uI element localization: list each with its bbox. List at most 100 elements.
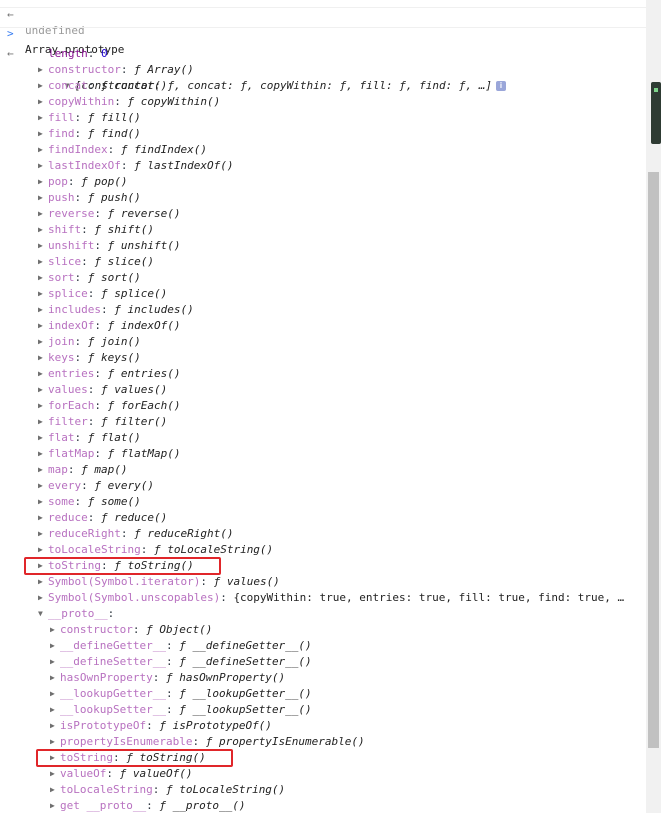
function-symbol: ƒ — [134, 159, 141, 172]
property-row[interactable]: ▶ indexOf: ƒ indexOf() — [0, 318, 646, 334]
property-row[interactable]: ▶ splice: ƒ splice() — [0, 286, 646, 302]
expand-triangle-icon[interactable]: ▶ — [38, 462, 48, 478]
expand-triangle-icon[interactable]: ▶ — [38, 238, 48, 254]
scrollbar-thumb[interactable] — [648, 172, 659, 748]
expand-triangle-icon[interactable]: ▶ — [38, 110, 48, 126]
property-row[interactable]: ▶ push: ƒ push() — [0, 190, 646, 206]
expand-triangle-icon[interactable]: ▶ — [38, 478, 48, 494]
expand-triangle-icon[interactable]: ▶ — [38, 318, 48, 334]
expand-triangle-icon[interactable]: ▶ — [38, 430, 48, 446]
expand-triangle-icon[interactable]: ▶ — [38, 142, 48, 158]
proto-property-row[interactable]: ▶ __defineSetter__: ƒ __defineSetter__() — [0, 654, 646, 670]
function-name: values() — [226, 575, 280, 588]
expand-triangle-icon[interactable]: ▶ — [38, 366, 48, 382]
expand-triangle-icon[interactable]: ▶ — [50, 782, 60, 798]
property-row[interactable]: ▶ map: ƒ map() — [0, 462, 646, 478]
expand-triangle-icon[interactable]: ▶ — [38, 446, 48, 462]
property-row[interactable]: ▶ reduce: ƒ reduce() — [0, 510, 646, 526]
expand-triangle-icon[interactable]: ▶ — [38, 542, 48, 558]
expand-triangle-icon[interactable]: ▶ — [50, 670, 60, 686]
expand-triangle-icon[interactable]: ▶ — [38, 414, 48, 430]
property-row[interactable]: ▶ reduceRight: ƒ reduceRight() — [0, 526, 646, 542]
property-row-unscopables[interactable]: ▶ Symbol(Symbol.unscopables): {copyWithin… — [0, 590, 646, 606]
function-symbol: ƒ — [159, 799, 166, 812]
expand-triangle-icon[interactable]: ▶ — [38, 350, 48, 366]
property-row[interactable]: ▶ find: ƒ find() — [0, 126, 646, 142]
proto-property-row[interactable]: ▶ toLocaleString: ƒ toLocaleString() — [0, 782, 646, 798]
expand-triangle-icon[interactable]: ▶ — [38, 270, 48, 286]
property-row[interactable]: ▶ copyWithin: ƒ copyWithin() — [0, 94, 646, 110]
expand-triangle-icon[interactable]: ▶ — [50, 798, 60, 813]
expand-triangle-icon[interactable]: ▶ — [50, 718, 60, 734]
expand-triangle-icon[interactable]: ▶ — [38, 206, 48, 222]
property-row[interactable]: ▶ lastIndexOf: ƒ lastIndexOf() — [0, 158, 646, 174]
proto-property-row[interactable]: ▶ constructor: ƒ Object() — [0, 622, 646, 638]
property-key: filter — [48, 415, 88, 428]
expand-triangle-icon[interactable]: ▶ — [50, 622, 60, 638]
expand-triangle-icon[interactable]: ▶ — [38, 574, 48, 590]
expand-triangle-icon[interactable]: ▶ — [50, 702, 60, 718]
property-key: keys — [48, 351, 75, 364]
property-row[interactable]: ▶ reverse: ƒ reverse() — [0, 206, 646, 222]
expand-triangle-icon[interactable]: ▶ — [38, 334, 48, 350]
property-row[interactable]: ▶ keys: ƒ keys() — [0, 350, 646, 366]
property-row[interactable]: ▶ concat: ƒ concat() — [0, 78, 646, 94]
property-row[interactable]: ▶ Symbol(Symbol.iterator): ƒ values() — [0, 574, 646, 590]
property-row[interactable]: ▶ join: ƒ join() — [0, 334, 646, 350]
proto-property-row[interactable]: ▶ propertyIsEnumerable: ƒ propertyIsEnume… — [0, 734, 646, 750]
console-input-line[interactable]: > Array.prototype — [0, 10, 646, 56]
proto-property-row[interactable]: ▶ __lookupSetter__: ƒ __lookupSetter__() — [0, 702, 646, 718]
property-row[interactable]: ▶ entries: ƒ entries() — [0, 366, 646, 382]
property-row[interactable]: ▶ every: ƒ every() — [0, 478, 646, 494]
proto-row[interactable]: ▼ __proto__: — [0, 606, 646, 622]
property-row[interactable]: ▶ constructor: ƒ Array() — [0, 62, 646, 78]
property-row-length[interactable]: length: 0 — [0, 46, 646, 62]
expand-triangle-icon[interactable]: ▶ — [38, 126, 48, 142]
proto-property-row[interactable]: ▶ __lookupGetter__: ƒ __lookupGetter__() — [0, 686, 646, 702]
property-row[interactable]: ▶ flatMap: ƒ flatMap() — [0, 446, 646, 462]
expand-triangle-icon[interactable]: ▶ — [38, 174, 48, 190]
property-row[interactable]: ▶ pop: ƒ pop() — [0, 174, 646, 190]
expand-triangle-icon[interactable]: ▶ — [38, 222, 48, 238]
expand-triangle-icon[interactable]: ▶ — [38, 158, 48, 174]
expand-triangle-icon[interactable]: ▶ — [50, 686, 60, 702]
result-summary[interactable]: ← ▼ [constructor: ƒ, concat: ƒ, copyWithi… — [0, 30, 646, 92]
expand-triangle-icon[interactable]: ▶ — [50, 766, 60, 782]
property-row[interactable]: ▶ fill: ƒ fill() — [0, 110, 646, 126]
proto-property-row[interactable]: ▶ isPrototypeOf: ƒ isPrototypeOf() — [0, 718, 646, 734]
expand-triangle-icon[interactable]: ▶ — [38, 494, 48, 510]
expand-triangle-icon[interactable]: ▶ — [38, 254, 48, 270]
colon: : — [152, 783, 166, 796]
property-row[interactable]: ▶ some: ƒ some() — [0, 494, 646, 510]
proto-property-row[interactable]: ▶ valueOf: ƒ valueOf() — [0, 766, 646, 782]
proto-property-row[interactable]: ▶ hasOwnProperty: ƒ hasOwnProperty() — [0, 670, 646, 686]
property-row[interactable]: ▶ filter: ƒ filter() — [0, 414, 646, 430]
property-row[interactable]: ▶ includes: ƒ includes() — [0, 302, 646, 318]
proto-property-row[interactable]: ▶ get __proto__: ƒ __proto__() — [0, 798, 646, 813]
property-row[interactable]: ▶ toLocaleString: ƒ toLocaleString() — [0, 542, 646, 558]
expand-triangle-icon[interactable]: ▶ — [38, 382, 48, 398]
expand-triangle-icon[interactable]: ▶ — [50, 734, 60, 750]
property-row[interactable]: ▶ values: ƒ values() — [0, 382, 646, 398]
property-row[interactable]: ▶ slice: ƒ slice() — [0, 254, 646, 270]
expand-triangle-icon[interactable]: ▶ — [50, 654, 60, 670]
expand-triangle-icon[interactable]: ▶ — [38, 62, 48, 78]
expand-triangle-icon[interactable]: ▶ — [38, 590, 48, 606]
property-row[interactable]: ▶ forEach: ƒ forEach() — [0, 398, 646, 414]
property-row[interactable]: ▶ unshift: ƒ unshift() — [0, 238, 646, 254]
property-row[interactable]: ▶ findIndex: ƒ findIndex() — [0, 142, 646, 158]
expand-triangle-icon[interactable]: ▶ — [38, 94, 48, 110]
proto-property-row[interactable]: ▶ __defineGetter__: ƒ __defineGetter__() — [0, 638, 646, 654]
expand-triangle-icon[interactable]: ▶ — [38, 398, 48, 414]
expand-triangle-icon[interactable]: ▶ — [38, 302, 48, 318]
expand-triangle-icon[interactable]: ▶ — [38, 286, 48, 302]
property-row[interactable]: ▶ flat: ƒ flat() — [0, 430, 646, 446]
expand-triangle-icon[interactable]: ▶ — [38, 190, 48, 206]
property-row[interactable]: ▶ shift: ƒ shift() — [0, 222, 646, 238]
collapse-triangle-icon[interactable]: ▼ — [38, 606, 48, 622]
expand-triangle-icon[interactable]: ▶ — [38, 526, 48, 542]
expand-triangle-icon[interactable]: ▶ — [50, 638, 60, 654]
property-row[interactable]: ▶ sort: ƒ sort() — [0, 270, 646, 286]
expand-triangle-icon[interactable]: ▶ — [38, 510, 48, 526]
expand-triangle-icon[interactable]: ▶ — [38, 78, 48, 94]
